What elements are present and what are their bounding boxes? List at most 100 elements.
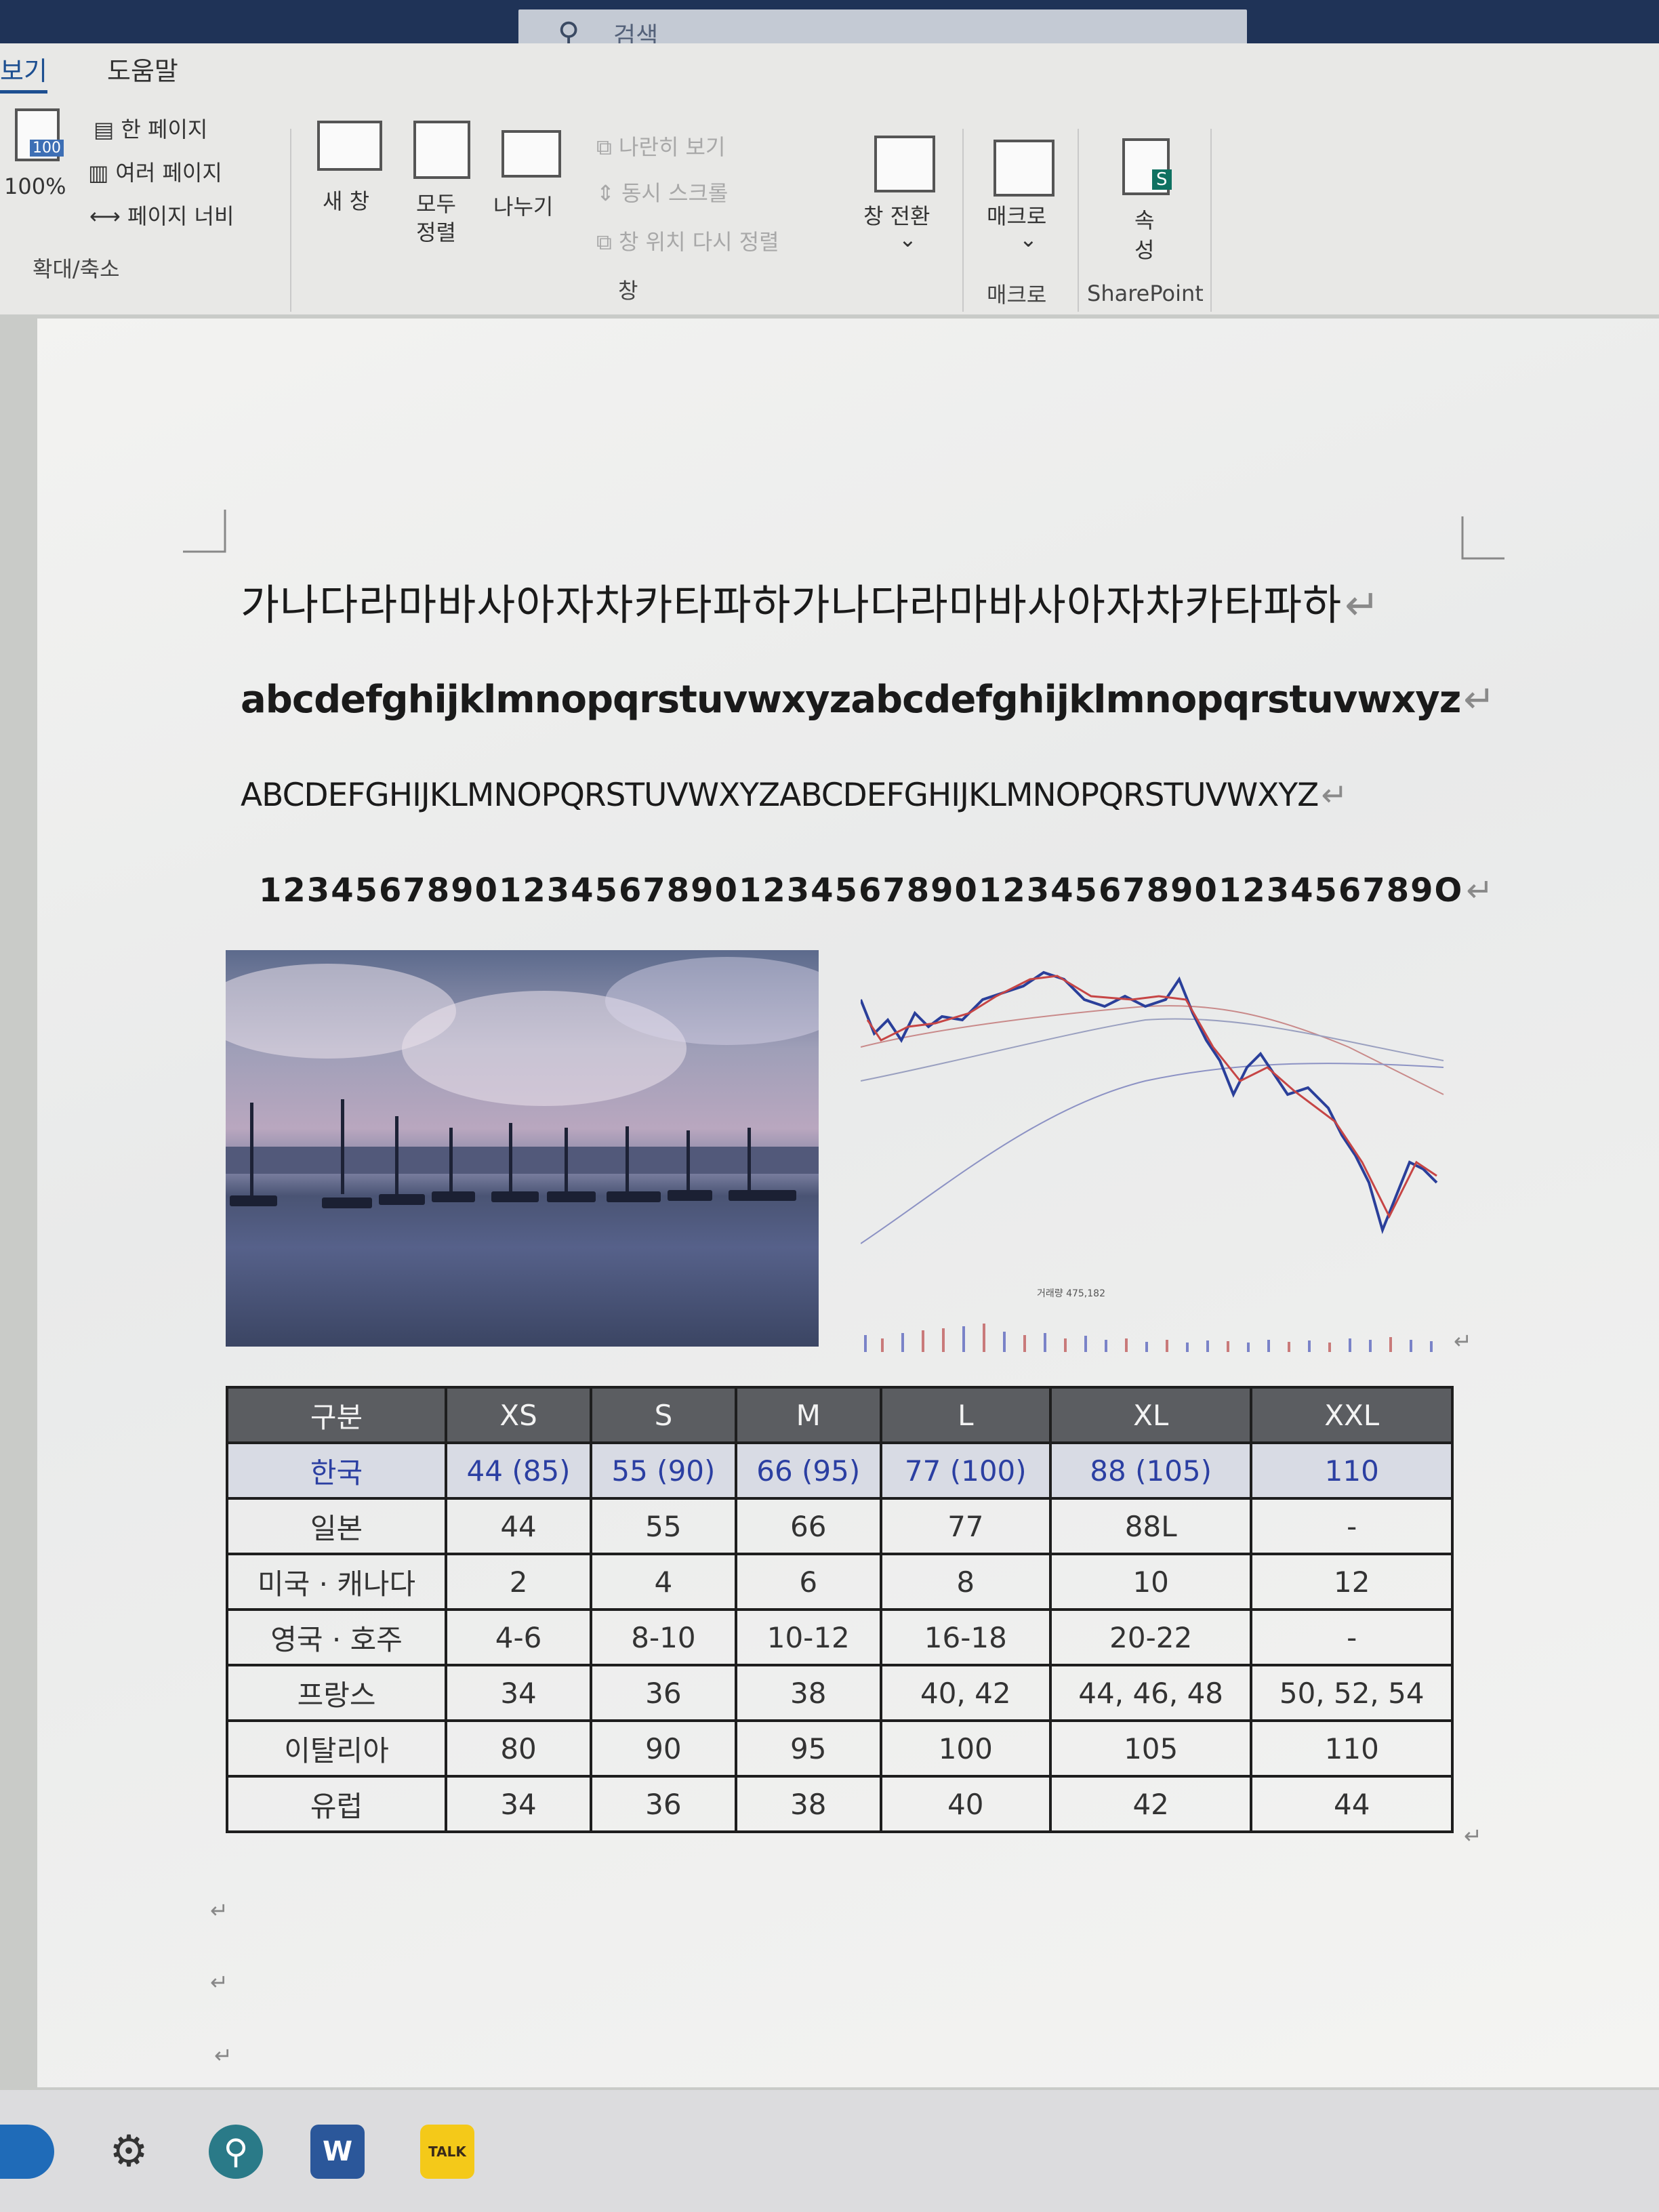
table-cell: 105 xyxy=(1048,1719,1253,1778)
lowercase-text-line[interactable]: abcdefghijklmnopqrstuvwxyzabcdefghijklmn… xyxy=(241,678,1495,722)
paragraph-mark: ↵ xyxy=(210,1898,228,1923)
boat-mast xyxy=(747,1128,751,1193)
table-cell: 38 xyxy=(734,1664,882,1722)
margin-corner-right xyxy=(1461,516,1504,560)
word-icon-label: W xyxy=(322,2136,353,2167)
paragraph-mark: ↵ xyxy=(1321,777,1347,814)
one-page-label: 한 페이지 xyxy=(121,117,208,142)
harbor-photo[interactable] xyxy=(226,950,819,1347)
table-row: 영국 · 호주 4-6 8-10 10-12 16-18 20-22 - xyxy=(225,1608,1454,1666)
table-row: 이탈리아 80 90 95 100 105 110 xyxy=(225,1719,1454,1778)
macro-label: 매크로 xyxy=(987,203,1047,229)
boat-mast xyxy=(341,1099,344,1194)
table-cell: 일본 xyxy=(225,1497,448,1555)
table-cell: 66 xyxy=(734,1497,882,1555)
one-page-button[interactable]: ▤ 한 페이지 xyxy=(94,112,207,144)
table-cell: 2 xyxy=(445,1553,592,1611)
korean-text-line[interactable]: 가나다라마바사아자차카타파하가나다라마바사아자차카타파하↵ xyxy=(241,571,1380,632)
table-row: 미국 · 캐나다 2 4 6 8 10 12 xyxy=(225,1553,1454,1611)
table-cell: 16-18 xyxy=(879,1608,1052,1666)
photo-mountains xyxy=(226,1147,819,1174)
lowercase-text: abcdefghijklmnopqrstuvwxyzabcdefghijklmn… xyxy=(241,678,1461,722)
size-table[interactable]: 구분 XS S M L XL XXL 한국 44 (85) 55 (90) 66… xyxy=(225,1386,1454,1833)
word-icon[interactable]: W xyxy=(310,2125,365,2179)
table-cell: 40 xyxy=(879,1775,1052,1833)
table-cell: 42 xyxy=(1048,1775,1253,1833)
table-cell: 77 (100) xyxy=(879,1441,1052,1500)
new-window-icon xyxy=(317,121,382,171)
table-cell: 12 xyxy=(1250,1553,1454,1611)
settings-icon[interactable]: ⚙ xyxy=(102,2125,156,2179)
kakaotalk-icon[interactable]: TALK xyxy=(420,2125,474,2179)
boat-mast xyxy=(395,1116,398,1196)
multi-page-label: 여러 페이지 xyxy=(115,160,222,186)
arrange-all-label-2: 정렬 xyxy=(416,220,456,245)
volume-bars xyxy=(864,1324,1433,1352)
paragraph-mark: ↵ xyxy=(1463,678,1495,722)
table-cell: 40, 42 xyxy=(879,1664,1052,1722)
table-cell: 4 xyxy=(589,1553,737,1611)
properties-label-1: 속 xyxy=(1134,207,1155,233)
tab-view[interactable]: 보기 xyxy=(0,50,47,94)
page-width-button[interactable]: ⟷ 페이지 너비 xyxy=(89,199,234,230)
search-app-icon[interactable]: ⚲ xyxy=(209,2125,263,2179)
split-icon xyxy=(501,130,561,178)
tab-help[interactable]: 도움말 xyxy=(107,50,178,87)
mail-icon[interactable] xyxy=(0,2125,54,2179)
sharepoint-badge: S xyxy=(1152,169,1172,190)
chevron-down-icon: ⌄ xyxy=(1019,226,1038,252)
table-cell: 88 (105) xyxy=(1048,1441,1253,1500)
table-cell: 50, 52, 54 xyxy=(1250,1664,1454,1722)
table-cell: 8 xyxy=(879,1553,1052,1611)
zoom-100-icon-label: 100 xyxy=(30,140,64,157)
paragraph-mark: ↵ xyxy=(1345,580,1381,630)
table-header: 구분 xyxy=(225,1386,448,1444)
ribbon-divider xyxy=(290,129,291,312)
boat-hull xyxy=(432,1191,475,1202)
table-cell: 10-12 xyxy=(734,1608,882,1666)
table-cell: 55 xyxy=(589,1497,737,1555)
table-row: 유럽 34 36 38 40 42 44 xyxy=(225,1775,1454,1833)
table-cell: 10 xyxy=(1048,1553,1253,1611)
arrange-all-label-1: 모두 xyxy=(416,191,456,217)
sync-scroll-label: 동시 스크롤 xyxy=(621,180,729,206)
table-cell: 36 xyxy=(589,1775,737,1833)
table-cell: 34 xyxy=(445,1664,592,1722)
table-cell: 영국 · 호주 xyxy=(225,1608,448,1666)
uppercase-text-line[interactable]: ABCDEFGHIJKLMNOPQRSTUVWXYZABCDEFGHIJKLMN… xyxy=(241,777,1348,814)
side-by-side-button[interactable]: ⧉ 나란히 보기 xyxy=(596,130,725,161)
paragraph-mark: ↵ xyxy=(214,2043,232,2068)
table-cell: 34 xyxy=(445,1775,592,1833)
uppercase-text: ABCDEFGHIJKLMNOPQRSTUVWXYZABCDEFGHIJKLMN… xyxy=(241,777,1319,814)
number-text-line[interactable]: 1234567890123456789012345678901234567890… xyxy=(259,872,1495,909)
table-cell: 6 xyxy=(734,1553,882,1611)
boat-hull xyxy=(547,1191,596,1202)
multi-page-button[interactable]: ▥ 여러 페이지 xyxy=(88,156,222,187)
switch-window-icon xyxy=(874,136,935,192)
table-cell: - xyxy=(1250,1608,1454,1666)
ribbon-divider xyxy=(1078,129,1079,312)
paragraph-mark: ↵ xyxy=(1454,1328,1472,1354)
table-cell: 유럽 xyxy=(225,1775,448,1833)
stock-chart-image[interactable]: 거래량 475,182 xyxy=(861,959,1450,1359)
boat-hull xyxy=(607,1191,661,1202)
paragraph-mark: ↵ xyxy=(210,1969,228,1995)
reset-position-button[interactable]: ⧉ 창 위치 다시 정렬 xyxy=(596,225,779,256)
sync-scroll-button[interactable]: ⇕ 동시 스크롤 xyxy=(596,176,728,207)
table-cell: 95 xyxy=(734,1719,882,1778)
table-header: M xyxy=(734,1386,882,1444)
boat-mast xyxy=(565,1128,568,1193)
table-cell: 110 xyxy=(1250,1441,1454,1500)
macro-icon xyxy=(994,140,1054,197)
zoom-group-label: 확대/축소 xyxy=(33,256,120,282)
price-candles xyxy=(861,970,1438,1235)
table-row: 한국 44 (85) 55 (90) 66 (95) 77 (100) 88 (… xyxy=(225,1441,1454,1500)
number-text: 1234567890123456789012345678901234567890… xyxy=(259,872,1464,909)
side-by-side-label: 나란히 보기 xyxy=(619,134,726,160)
reset-position-label: 창 위치 다시 정렬 xyxy=(619,229,779,255)
boat-mast xyxy=(449,1128,453,1192)
boat-mast xyxy=(626,1126,629,1193)
ribbon-tabs: 보기 도움말 xyxy=(0,43,1659,98)
table-cell: 110 xyxy=(1250,1719,1454,1778)
boat-hull xyxy=(729,1190,796,1201)
